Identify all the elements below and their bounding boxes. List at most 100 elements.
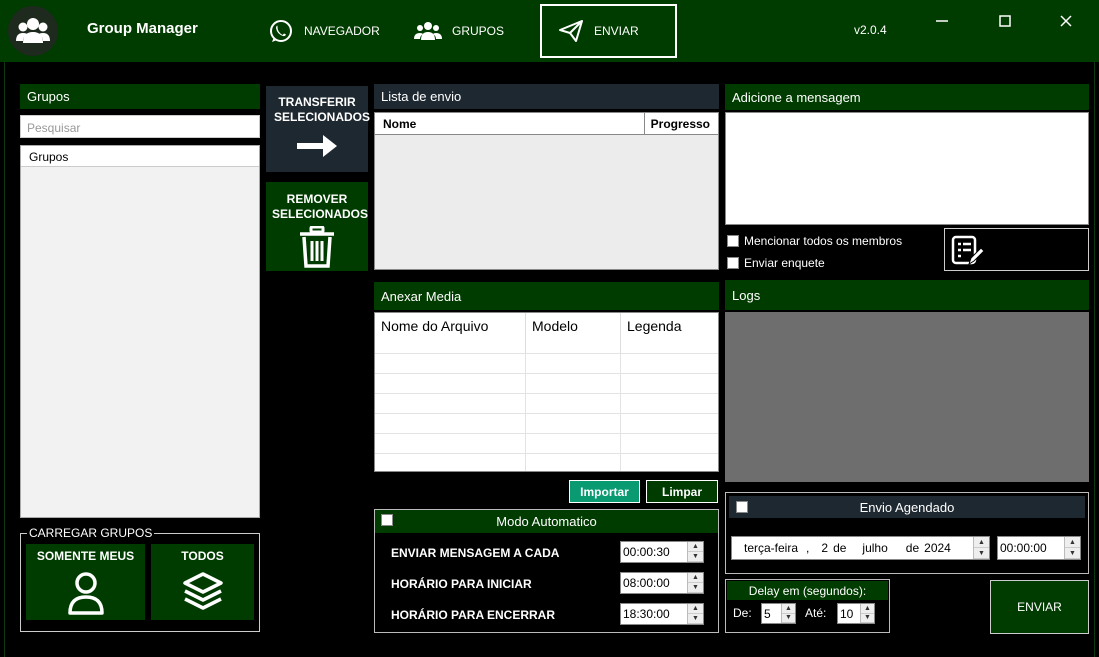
nav-enviar[interactable]: ENVIAR <box>540 4 677 58</box>
user-icon <box>67 572 104 615</box>
delay-de-label: De: <box>733 606 752 620</box>
horario-encerrar-input[interactable]: 18:30:00 ▲ ▼ <box>620 603 704 625</box>
arrow-right-icon <box>297 135 337 157</box>
spin-up-icon[interactable]: ▲ <box>688 604 703 614</box>
spin-up-icon[interactable]: ▲ <box>782 604 795 614</box>
agendado-de-1: de <box>833 541 847 555</box>
spin-down-icon[interactable]: ▼ <box>1065 548 1080 559</box>
minimize-button[interactable] <box>931 10 953 32</box>
horario-iniciar-input[interactable]: 08:00:00 ▲ ▼ <box>620 572 704 594</box>
column-nome-arquivo[interactable]: Nome do Arquivo <box>375 313 526 353</box>
horario-iniciar-value: 08:00:00 <box>623 576 670 590</box>
agendado-year[interactable]: 2024 <box>924 541 951 555</box>
delay-ate-value: 10 <box>840 606 854 621</box>
nav-navegador[interactable]: NAVEGADOR <box>254 4 394 58</box>
transferir-label: TRANSFERIR SELECIONADOS <box>274 95 371 124</box>
spin-up-icon[interactable]: ▲ <box>861 604 874 614</box>
importar-button[interactable]: Importar <box>569 480 640 503</box>
media-grid[interactable]: Nome do Arquivo Modelo Legenda <box>374 312 719 472</box>
maximize-button[interactable] <box>994 10 1016 32</box>
column-legenda[interactable]: Legenda <box>621 313 688 353</box>
lista-envio-header: Lista de envio <box>374 84 719 109</box>
remover-label: REMOVER SELECIONADOS <box>272 192 369 221</box>
lista-envio-columns: Nome Progresso <box>375 113 718 135</box>
spin-up-icon[interactable]: ▲ <box>1065 537 1080 548</box>
lista-envio-grid[interactable]: Nome Progresso <box>374 112 719 270</box>
enviar-button[interactable]: ENVIAR <box>990 580 1089 634</box>
message-textarea[interactable] <box>725 112 1089 225</box>
agendado-de-2: de <box>905 541 920 555</box>
enviar-intervalo-input[interactable]: 00:00:30 ▲ ▼ <box>620 541 704 563</box>
envio-agendado-checkbox[interactable] <box>736 501 748 513</box>
spin-down-icon[interactable]: ▼ <box>861 613 874 623</box>
version-label: v2.0.4 <box>854 23 887 37</box>
media-row[interactable] <box>375 413 718 433</box>
spin-down-icon[interactable]: ▼ <box>782 613 795 623</box>
close-icon <box>1060 15 1072 27</box>
delay-ate-input[interactable]: 10 ▲ ▼ <box>837 603 875 624</box>
anexar-media-header: Anexar Media <box>374 282 719 310</box>
horario-iniciar-label: HORÁRIO PARA INICIAR <box>391 577 532 591</box>
todos-label: TODOS <box>181 549 224 563</box>
checkbox-box[interactable] <box>727 257 739 269</box>
delay-de-input[interactable]: 5 ▲ ▼ <box>761 603 796 624</box>
todos-button[interactable]: TODOS <box>151 544 254 620</box>
enviar-enquete-label: Enviar enquete <box>744 256 825 270</box>
mensagem-header: Adicione a mensagem <box>725 84 1089 110</box>
mencionar-todos-checkbox[interactable]: Mencionar todos os membros <box>727 234 902 248</box>
spin-down-icon[interactable]: ▼ <box>688 552 703 562</box>
edit-list-icon <box>951 235 985 266</box>
maximize-icon <box>999 15 1011 27</box>
enviar-intervalo-label: ENVIAR MENSAGEM A CADA <box>391 546 560 560</box>
logs-header: Logs <box>725 280 1089 310</box>
media-row[interactable] <box>375 453 718 471</box>
nav-grupos[interactable]: GRUPOS <box>400 4 518 58</box>
nav-navegador-label: NAVEGADOR <box>304 24 380 38</box>
media-columns: Nome do Arquivo Modelo Legenda <box>375 313 718 353</box>
column-progresso[interactable]: Progresso <box>645 113 718 134</box>
modo-automatico-header: Modo Automatico <box>375 510 718 533</box>
spin-up-icon[interactable]: ▲ <box>688 542 703 552</box>
enviar-enquete-checkbox[interactable]: Enviar enquete <box>727 256 825 270</box>
agendado-day[interactable]: 2 <box>821 541 828 555</box>
column-nome[interactable]: Nome <box>375 113 645 134</box>
trash-icon <box>300 226 334 268</box>
limpar-button[interactable]: Limpar <box>646 480 718 503</box>
column-modelo[interactable]: Modelo <box>526 313 621 353</box>
media-row[interactable] <box>375 393 718 413</box>
agendado-weekday[interactable]: terça-feira <box>744 541 798 555</box>
agendado-date-picker[interactable]: terça-feira , 2 de julho de 2024 ▲ ▼ <box>731 536 990 560</box>
checkbox-box[interactable] <box>727 235 739 247</box>
layers-icon <box>182 572 223 610</box>
message-template-button[interactable] <box>944 228 1089 271</box>
media-row[interactable] <box>375 433 718 453</box>
search-input[interactable]: Pesquisar <box>20 115 260 138</box>
enviar-intervalo-value: 00:00:30 <box>623 545 670 559</box>
spin-down-icon[interactable]: ▼ <box>688 614 703 624</box>
grupos-list-column-header[interactable]: Grupos <box>21 146 259 167</box>
modo-automatico-checkbox[interactable] <box>381 514 393 526</box>
group-logo-icon <box>8 6 58 56</box>
agendado-time-value: 00:00:00 <box>1000 541 1047 555</box>
grupos-list[interactable]: Grupos <box>20 145 260 518</box>
remover-selecionados-button[interactable]: REMOVER SELECIONADOS <box>266 182 368 271</box>
media-row[interactable] <box>375 353 718 373</box>
transferir-selecionados-button[interactable]: TRANSFERIR SELECIONADOS <box>266 86 371 172</box>
close-button[interactable] <box>1055 10 1077 32</box>
media-row[interactable] <box>375 373 718 393</box>
logs-area[interactable] <box>725 312 1089 482</box>
delay-ate-label: Até: <box>805 606 827 620</box>
grupos-header: Grupos <box>20 84 260 109</box>
spin-down-icon[interactable]: ▼ <box>974 548 989 559</box>
spin-up-icon[interactable]: ▲ <box>688 573 703 583</box>
somente-meus-label: SOMENTE MEUS <box>36 549 135 563</box>
spin-down-icon[interactable]: ▼ <box>688 583 703 593</box>
agendado-time-input[interactable]: 00:00:00 ▲ ▼ <box>997 536 1081 560</box>
send-icon <box>559 20 583 42</box>
mencionar-todos-label: Mencionar todos os membros <box>744 234 903 248</box>
agendado-month[interactable]: julho <box>862 541 887 555</box>
horario-encerrar-label: HORÁRIO PARA ENCERRAR <box>391 608 556 622</box>
nav-enviar-label: ENVIAR <box>594 24 639 38</box>
spin-up-icon[interactable]: ▲ <box>974 537 989 548</box>
somente-meus-button[interactable]: SOMENTE MEUS <box>26 544 145 620</box>
